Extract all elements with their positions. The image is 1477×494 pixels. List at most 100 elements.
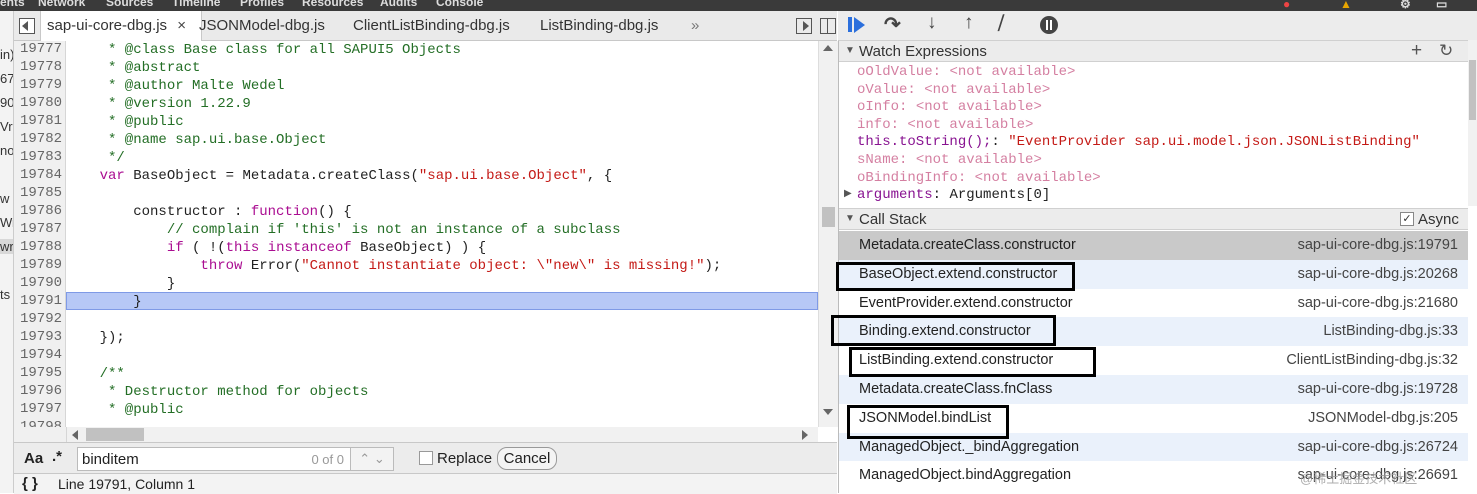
line-number[interactable]: 19777 [14,41,62,57]
watch-item[interactable]: oBindingInfo: <not available> [857,170,1101,186]
editor-vertical-scrollbar[interactable] [818,41,838,427]
watch-value: <not available> [915,152,1042,168]
line-number[interactable]: 19781 [14,113,62,129]
call-frame[interactable]: Metadata.createClass.fnClass sap-ui-core-… [839,375,1468,404]
close-icon[interactable]: × [177,17,186,34]
watermark: @稀土掘金技术社区 [1300,471,1418,486]
scroll-right-icon[interactable] [802,430,808,440]
line-number[interactable]: 19796 [14,383,62,399]
line-number[interactable]: 19778 [14,59,62,75]
line-number[interactable]: 19789 [14,257,62,273]
tab-overflow-icon[interactable]: » [691,11,699,40]
tab-listbinding[interactable]: ListBinding-dbg.js [540,11,658,40]
line-number[interactable]: 19795 [14,365,62,381]
code-editor[interactable]: * @class Base class for all SAPUI5 Objec… [66,41,818,427]
code-line: } [66,275,175,293]
step-over-icon[interactable]: ↷ [884,12,901,37]
pretty-print-button[interactable]: { } [22,475,38,492]
navigator-text: no [0,143,14,158]
scrollbar-thumb[interactable] [86,428,144,441]
scrollbar-thumb[interactable] [1469,60,1476,120]
menu-sources[interactable]: Sources [106,0,153,9]
line-number[interactable]: 19785 [14,185,62,201]
deactivate-breakpoints-icon[interactable]: ⧸ [998,13,1004,34]
toggle-debugger-icon[interactable] [796,18,812,34]
error-count-icon[interactable]: ● [1283,0,1290,11]
scroll-down-icon[interactable] [823,409,833,415]
frame-location[interactable]: sap-ui-core-dbg.js:21680 [1298,295,1458,311]
search-next-icon[interactable]: ⌄ [374,451,385,466]
regex-toggle[interactable]: .* [52,448,62,465]
watch-scrollbar[interactable] [1468,40,1477,206]
frame-location[interactable]: sap-ui-core-dbg.js:26724 [1298,439,1458,455]
frame-location[interactable]: sap-ui-core-dbg.js:19791 [1298,237,1458,253]
menu-audits[interactable]: Audits [380,0,417,9]
watch-item[interactable]: ▶ arguments: Arguments[0] [844,187,1050,203]
menu-resources[interactable]: Resources [302,0,363,9]
tab-clientlistbinding[interactable]: ClientListBinding-dbg.js [353,11,510,40]
warning-count-icon[interactable]: ▲ [1340,0,1352,11]
menu-network[interactable]: Network [38,0,85,9]
cancel-button[interactable]: Cancel [497,447,557,470]
watch-item[interactable]: oValue: <not available> [857,82,1050,98]
menu-timeline[interactable]: Timeline [172,0,220,9]
frame-location[interactable]: ClientListBinding-dbg.js:32 [1286,352,1458,368]
step-into-icon[interactable]: ↓ [927,12,937,34]
replace-checkbox[interactable] [419,451,433,465]
watch-item[interactable]: info: <not available> [857,117,1033,133]
menu-profiles[interactable]: Profiles [240,0,284,9]
line-number[interactable]: 19780 [14,95,62,111]
code-token: BaseObject) ) { [351,240,487,256]
call-stack-header[interactable]: ▼ Call Stack ✓ Async [839,208,1468,230]
async-checkbox[interactable]: ✓ [1400,212,1414,226]
watch-value: <not available> [907,116,1034,133]
code-token: throw [200,258,243,274]
expand-icon[interactable]: ▶ [844,188,852,200]
resume-arrow-icon[interactable] [854,17,865,33]
scrollbar-thumb[interactable] [822,207,835,227]
line-number[interactable]: 19786 [14,203,62,219]
toggle-navigator-icon[interactable] [19,18,35,34]
line-number[interactable]: 19792 [14,311,62,327]
frame-location[interactable]: sap-ui-core-dbg.js:20268 [1298,266,1458,282]
search-input[interactable]: binditem 0 of 0 [77,447,351,471]
line-number[interactable]: 19779 [14,77,62,93]
line-number[interactable]: 19791 [14,293,62,309]
line-number[interactable]: 19782 [14,131,62,147]
call-frame[interactable]: EventProvider.extend.constructor sap-ui-c… [839,289,1468,318]
split-pane-icon[interactable] [820,18,836,34]
tab-jsonmodel[interactable]: JSONModel-dbg.js [199,11,325,40]
line-number[interactable]: 19784 [14,167,62,183]
watch-item[interactable]: sName: <not available> [857,152,1042,168]
add-watch-icon[interactable]: + [1411,40,1422,62]
frame-location[interactable]: ListBinding-dbg.js:33 [1323,323,1458,339]
watch-expressions-header[interactable]: ▼ Watch Expressions + ↻ [839,40,1468,62]
dock-icon[interactable]: ▭ [1436,0,1447,11]
watch-item[interactable]: oInfo: <not available> [857,99,1042,115]
editor-horizontal-scrollbar[interactable] [66,427,818,442]
tab-sap-ui-core[interactable]: sap-ui-core-dbg.js × [40,11,202,41]
search-prev-icon[interactable]: ⌃ [359,451,370,466]
settings-icon[interactable]: ⚙ [1400,0,1411,11]
step-out-icon[interactable]: ↑ [964,12,974,34]
refresh-icon[interactable]: ↻ [1439,41,1453,61]
scroll-left-icon[interactable] [72,430,78,440]
match-case-toggle[interactable]: Aa [24,450,43,467]
line-number[interactable]: 19793 [14,329,62,345]
menu-elements[interactable]: ents [0,0,25,9]
line-number[interactable]: 19797 [14,401,62,417]
line-number[interactable]: 19787 [14,221,62,237]
watch-item[interactable]: oOldValue: <not available> [857,64,1075,80]
line-number[interactable]: 19783 [14,149,62,165]
scroll-up-icon[interactable] [823,45,833,51]
line-number[interactable]: 19790 [14,275,62,291]
call-frame[interactable]: Metadata.createClass.constructor sap-ui-c… [839,231,1468,260]
resume-icon[interactable] [848,17,852,32]
frame-location[interactable]: JSONModel-dbg.js:205 [1308,410,1458,426]
pause-on-exceptions-icon[interactable] [1040,16,1058,34]
menu-console[interactable]: Console [436,0,483,9]
line-number[interactable]: 19788 [14,239,62,255]
line-number[interactable]: 19794 [14,347,62,363]
watch-item[interactable]: this.toString();: "EventProvider sap.ui.… [857,134,1420,150]
frame-location[interactable]: sap-ui-core-dbg.js:19728 [1298,381,1458,397]
